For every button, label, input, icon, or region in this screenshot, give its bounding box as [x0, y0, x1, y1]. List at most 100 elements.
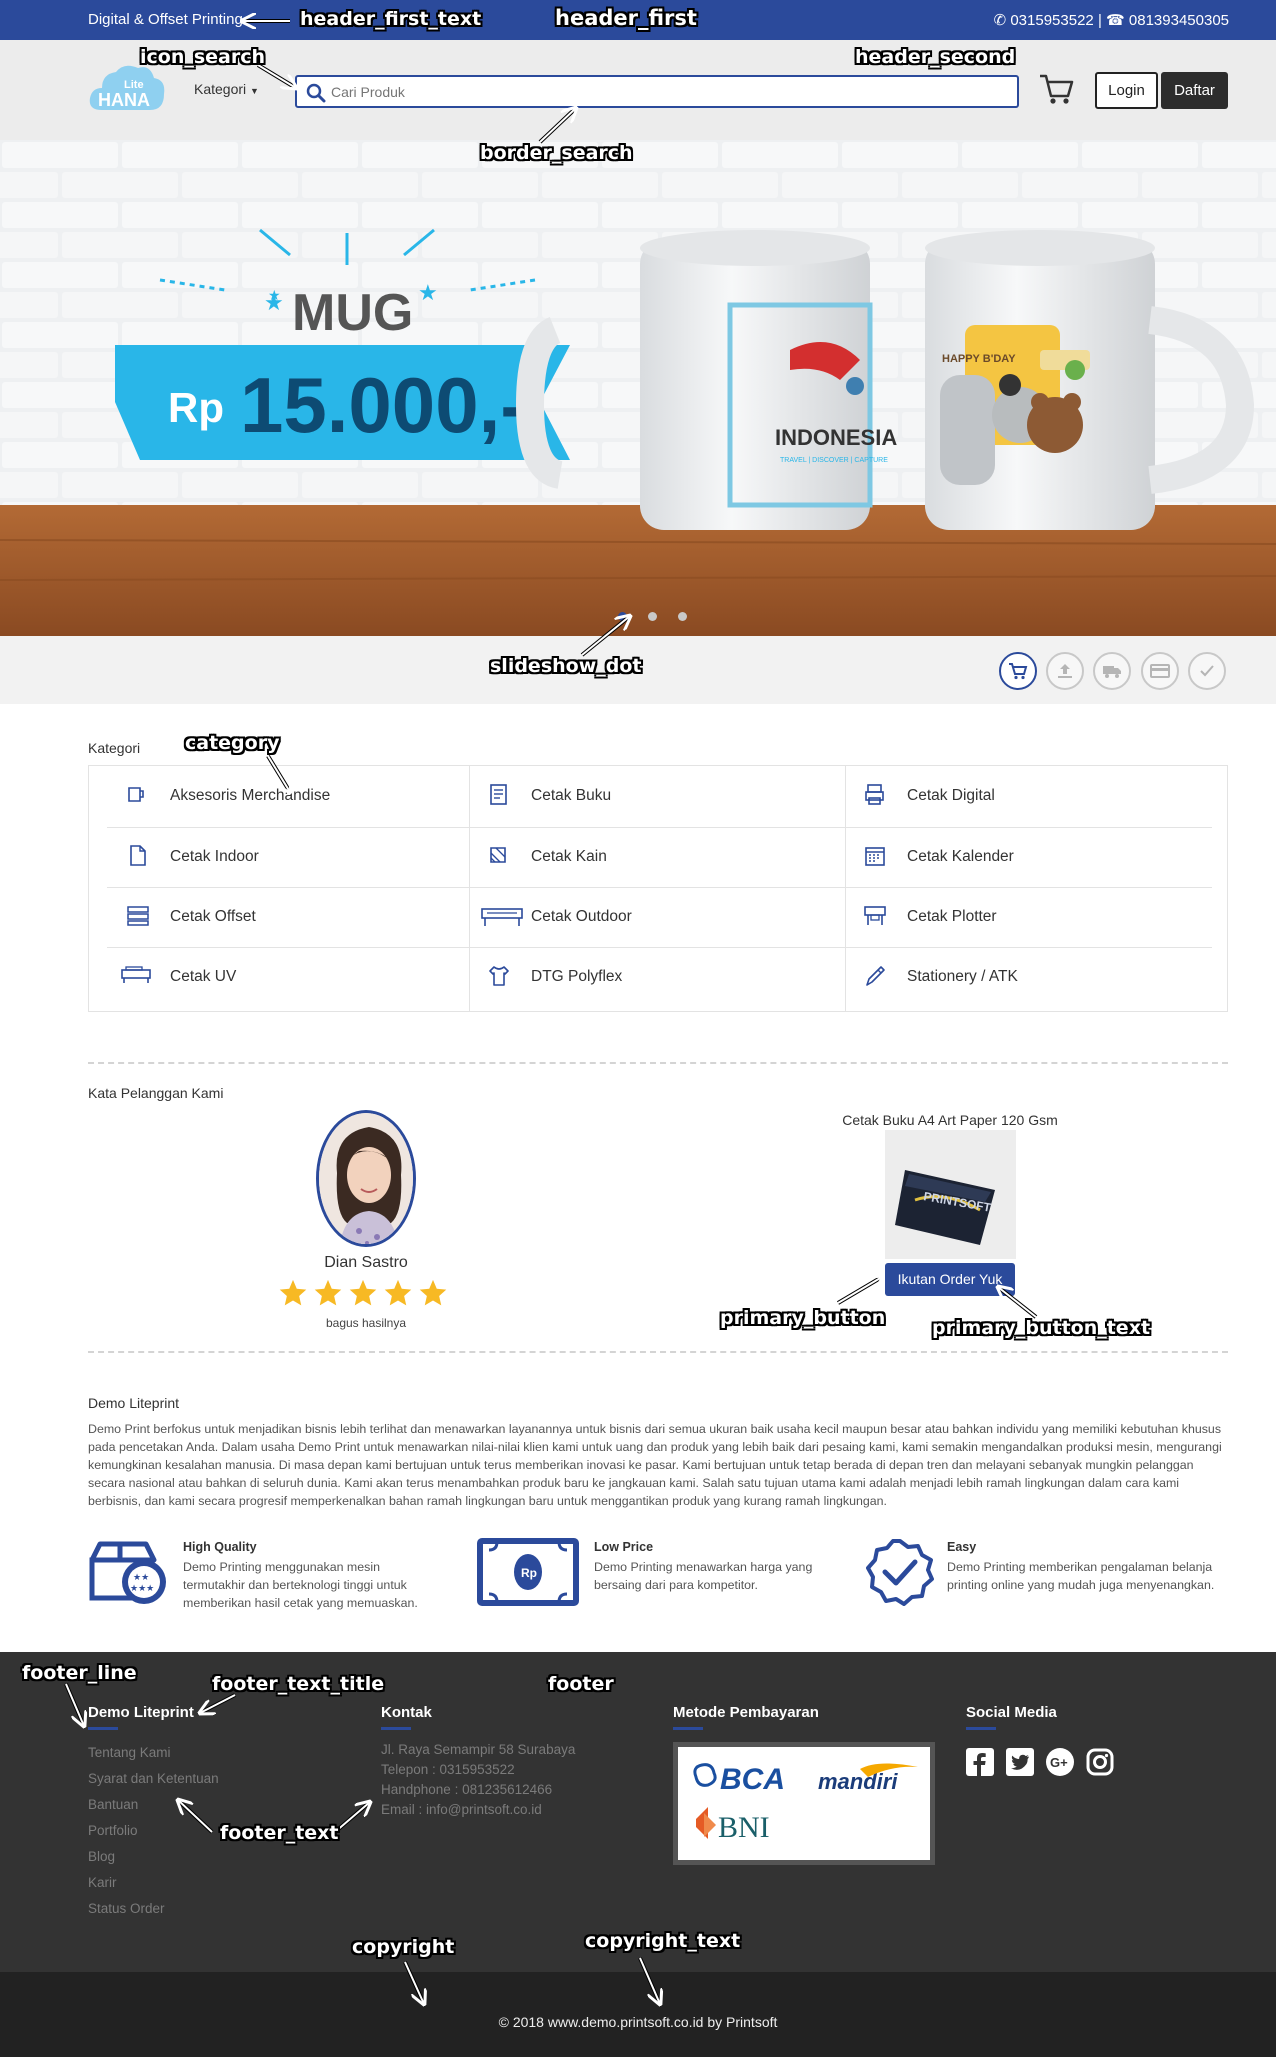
- category-item[interactable]: Cetak Outdoor: [469, 886, 809, 946]
- footer-link[interactable]: Karir: [88, 1875, 117, 1890]
- pen-icon: [863, 964, 887, 993]
- quality-box-icon: ★★ ★★★: [89, 1541, 166, 1604]
- footer-text-title: Metode Pembayaran: [673, 1704, 819, 1721]
- instagram-icon[interactable]: [1086, 1748, 1114, 1776]
- category-item[interactable]: Cetak Kalender: [845, 826, 1205, 886]
- slideshow-dot[interactable]: [678, 612, 687, 621]
- svg-text:BNI: BNI: [718, 1811, 770, 1844]
- cart-icon[interactable]: [999, 652, 1037, 690]
- footer-link[interactable]: Portfolio: [88, 1823, 138, 1838]
- category-label: Cetak Indoor: [170, 848, 259, 865]
- whatsapp-number[interactable]: 081393450305: [1129, 12, 1229, 29]
- google-plus-icon[interactable]: G+: [1046, 1748, 1074, 1776]
- check-icon[interactable]: [1188, 652, 1226, 690]
- category-item[interactable]: Cetak Digital: [845, 765, 1205, 825]
- site-logo[interactable]: Lite HANA: [88, 62, 166, 117]
- category-item[interactable]: Stationery / ATK: [845, 946, 1205, 1006]
- calendar-icon: [863, 844, 887, 873]
- category-label: DTG Polyflex: [531, 968, 623, 985]
- category-label: Cetak Digital: [907, 787, 995, 804]
- card-icon[interactable]: [1141, 652, 1179, 690]
- footer-line: [88, 1727, 118, 1730]
- annotation-label: primary_button: [720, 1307, 886, 1329]
- annotation-label: icon_search: [140, 46, 266, 68]
- social-google-plus[interactable]: G+: [1046, 1748, 1074, 1781]
- annotation-label: copyright: [352, 1936, 455, 1958]
- annotation-label: category: [185, 732, 280, 754]
- svg-text:G+: G+: [1050, 1755, 1068, 1770]
- footer-link[interactable]: Bantuan: [88, 1797, 138, 1812]
- kategori-dropdown[interactable]: Kategori ▼: [194, 81, 259, 97]
- annotation-label: slideshow_dot: [490, 655, 642, 677]
- feature-desc: Demo Printing menawarkan harga yang bers…: [594, 1560, 813, 1592]
- feature-title: Low Price: [594, 1540, 654, 1554]
- twitter-icon[interactable]: [1006, 1748, 1034, 1776]
- footer-link[interactable]: Syarat dan Ketentuan: [88, 1771, 219, 1786]
- footer-contact-line: Jl. Raya Semampir 58 Surabaya: [381, 1742, 576, 1757]
- annotation-label: copyright_text: [585, 1930, 741, 1952]
- footer-contact-line: Email : info@printsoft.co.id: [381, 1802, 542, 1817]
- category-label: Aksesoris Merchandise: [170, 787, 331, 804]
- search-bar[interactable]: [295, 75, 1019, 108]
- register-button[interactable]: Daftar: [1161, 72, 1228, 109]
- social-twitter[interactable]: [1006, 1748, 1034, 1781]
- feature-title: Easy: [947, 1540, 977, 1554]
- svg-text:TRAVEL | DISCOVER | CAPTURE: TRAVEL | DISCOVER | CAPTURE: [780, 457, 888, 464]
- document-icon: [126, 844, 150, 873]
- slideshow-dot[interactable]: [648, 612, 657, 621]
- avatar: [316, 1110, 416, 1247]
- footer-text-title: Social Media: [966, 1704, 1057, 1721]
- about-text: Demo Print berfokus untuk menjadikan bis…: [88, 1422, 1222, 1508]
- social-facebook[interactable]: [966, 1748, 994, 1781]
- check-badge-icon: [866, 1539, 934, 1606]
- cart-icon[interactable]: [1038, 72, 1074, 111]
- category-item[interactable]: Cetak Plotter: [845, 886, 1205, 946]
- testimonial-title: Kata Pelanggan Kami: [88, 1085, 224, 1101]
- social-instagram[interactable]: [1086, 1748, 1114, 1781]
- category-item[interactable]: DTG Polyflex: [469, 946, 809, 1006]
- category-label: Cetak Plotter: [907, 908, 997, 925]
- category-item[interactable]: Aksesoris Merchandise: [108, 765, 448, 825]
- copyright: © 2018 www.demo.printsoft.co.id by Print…: [0, 1972, 1276, 2057]
- star-icon: [383, 1278, 413, 1313]
- about-title: Demo Liteprint: [88, 1395, 180, 1411]
- login-button[interactable]: Login: [1095, 72, 1158, 109]
- section-divider: [88, 1351, 1228, 1353]
- header-first-text: Digital & Offset Printing: [88, 11, 243, 28]
- annotation-label: header_first: [555, 6, 697, 30]
- product-image: PRINTSOFT: [885, 1130, 1016, 1259]
- slideshow-dot[interactable]: [618, 612, 627, 621]
- footer-link[interactable]: Status Order: [88, 1901, 165, 1916]
- offset-press-icon: [126, 904, 150, 933]
- primary-button[interactable]: Ikutan Order Yuk: [885, 1263, 1015, 1296]
- category-label: Cetak Kain: [531, 848, 607, 865]
- star-icon: [348, 1278, 378, 1313]
- phone-number[interactable]: 0315953522: [1010, 12, 1093, 29]
- caret-down-icon: ▼: [250, 86, 259, 96]
- facebook-icon[interactable]: [966, 1748, 994, 1776]
- annotation-label: footer_text_title: [212, 1673, 385, 1695]
- category-item[interactable]: Cetak Buku: [469, 765, 809, 825]
- category-item[interactable]: Cetak Indoor: [108, 826, 448, 886]
- hero-banner-image: ★ ★ ★ MUG Rp 15.000,- INDONESIA TRAVEL |…: [0, 140, 1276, 636]
- hero-slideshow[interactable]: ★ ★ ★ MUG Rp 15.000,- INDONESIA TRAVEL |…: [0, 140, 1276, 636]
- upload-icon[interactable]: [1046, 652, 1084, 690]
- category-item[interactable]: Cetak UV: [108, 946, 448, 1006]
- phone-icon: ✆: [993, 12, 1007, 29]
- footer-text-title: Kontak: [381, 1704, 432, 1721]
- svg-text:mandiri: mandiri: [818, 1769, 898, 1794]
- testimonial-name: Dian Sastro: [324, 1254, 408, 1271]
- category-label: Cetak Kalender: [907, 848, 1014, 865]
- footer-line: [966, 1727, 996, 1730]
- footer-line: [381, 1727, 411, 1730]
- money-icon: Rp: [477, 1538, 579, 1606]
- copyright-text: © 2018 www.demo.printsoft.co.id by Print…: [498, 2014, 778, 2030]
- footer-link[interactable]: Tentang Kami: [88, 1745, 171, 1760]
- search-icon: [306, 83, 326, 103]
- category-item[interactable]: Cetak Kain: [469, 826, 809, 886]
- truck-icon[interactable]: [1093, 652, 1131, 690]
- testimonial-product-title: Cetak Buku A4 Art Paper 120 Gsm: [842, 1112, 1058, 1128]
- footer-link[interactable]: Blog: [88, 1849, 115, 1864]
- category-item[interactable]: Cetak Offset: [108, 886, 448, 946]
- search-input[interactable]: [331, 82, 1001, 102]
